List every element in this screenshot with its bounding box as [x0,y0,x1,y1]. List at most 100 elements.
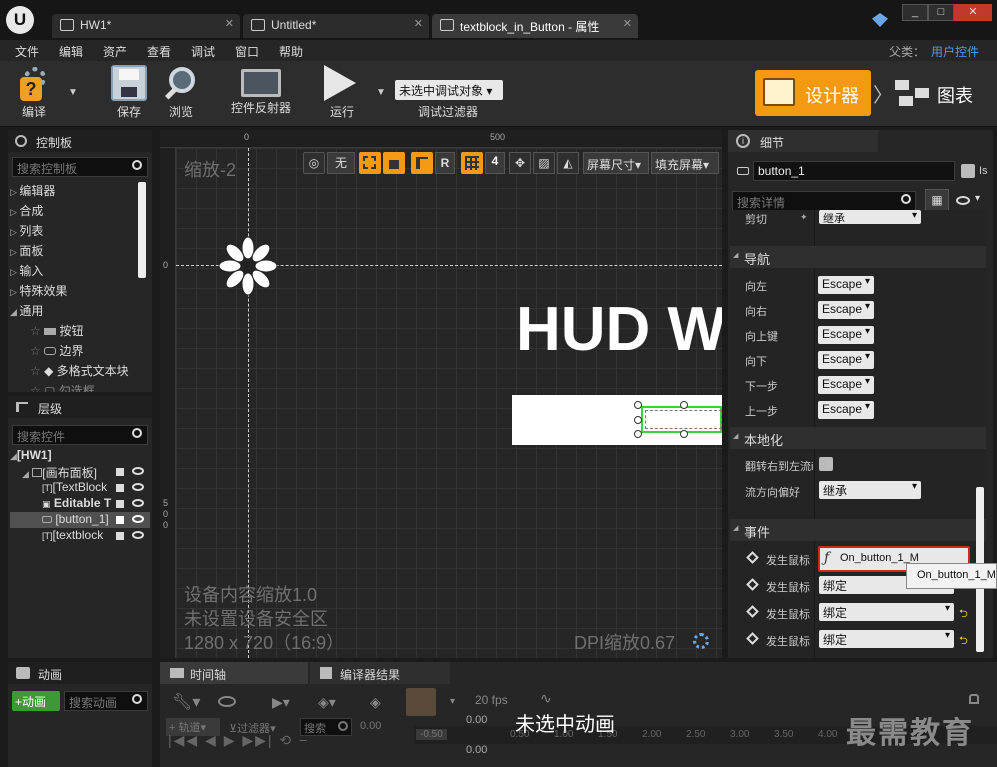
fill-screen-dropdown[interactable]: 填充屏幕▾ [651,152,719,174]
close-button[interactable]: ✕ [954,4,992,21]
hierarchy-search-input[interactable]: 搜索控件 [12,425,148,445]
lock-icon[interactable] [116,468,124,476]
play-button[interactable]: 运行 [316,65,368,120]
clip-dropdown[interactable]: 继承 [819,210,921,225]
nav-left-dropdown[interactable]: Escape [818,276,874,294]
nav-down-dropdown[interactable]: Escape [818,351,874,369]
nav-up-dropdown[interactable]: Escape [818,326,874,344]
grid-size-dropdown[interactable]: 4 [485,152,505,174]
palette-item-button[interactable]: ☆ 按钮 [30,322,83,342]
resize-handle[interactable] [680,401,688,409]
menu-edit[interactable]: 编辑 [59,40,83,60]
eye-icon[interactable] [132,499,144,507]
palette-category-list[interactable]: ▷ 列表 [10,222,43,242]
palette-item-rich-text[interactable]: ☆ ◆ 多格式文本块 [30,362,129,382]
selected-button-widget[interactable] [641,406,722,433]
palette-item-border[interactable]: ☆ 边界 [30,342,83,362]
palette-category-panel[interactable]: ▷ 面板 [10,242,43,262]
widget-reflector-button[interactable]: 控件反射器 [226,65,296,116]
keyframe-icon[interactable]: ◈▾ [318,694,336,711]
eye-icon[interactable] [132,467,144,475]
eye-icon[interactable] [132,531,144,539]
none-toggle-button[interactable]: 无 [327,152,355,174]
tab-textblock-properties[interactable]: textblock_in_Button - 属性 ✕ [432,14,638,38]
event-4-create-icon[interactable]: ⮌ [959,605,968,624]
close-icon[interactable]: ✕ [623,17,632,30]
event-3-bind-dropdown[interactable]: 绑定 [819,603,954,621]
play-options-icon[interactable]: ▼ [376,87,386,98]
lock-icon[interactable] [116,500,124,508]
menu-file[interactable]: 文件 [15,40,39,60]
save-button[interactable]: 保存 [104,65,154,120]
playback-controls[interactable]: |◀◀ ◀ ▶ ▶▶| ⟲ − [168,732,309,749]
menu-help[interactable]: 帮助 [279,40,303,60]
palette-category-composite[interactable]: ▷ 合成 [10,202,43,222]
menu-assets[interactable]: 资产 [103,40,127,60]
snap-icon[interactable]: ◈ [370,694,381,711]
maximize-button[interactable]: □ [928,4,954,21]
fps-dropdown-icon[interactable]: ▾ [450,696,455,707]
compile-options-icon[interactable]: ▼ [68,87,78,98]
nav-next-dropdown[interactable]: Escape [818,376,874,394]
event-4-bind-dropdown[interactable]: 绑定 [819,630,954,648]
screen-size-dropdown[interactable]: 屏幕尺寸▾ [583,152,649,174]
lock-icon[interactable] [116,532,124,540]
resize-handle[interactable] [634,430,642,438]
feedback-icon[interactable] [872,13,888,27]
wrench-icon[interactable]: 🔧︎▾ [172,692,200,712]
gear-icon[interactable] [693,633,709,649]
palette-item-checkbox[interactable]: ☆ ▢ 勾选框 [30,382,95,392]
tab-compiler-results[interactable]: 编译器结果 [310,662,450,684]
tab-timeline[interactable]: 时间轴 [160,662,308,684]
designer-mode-button[interactable]: 设计器 [755,70,871,116]
move-icon[interactable]: ✥ [509,152,531,174]
lock-icon[interactable] [116,516,124,524]
menu-window[interactable]: 窗口 [235,40,259,60]
lock-icon[interactable] [969,694,979,704]
resize-handle[interactable] [634,416,642,424]
eye-icon[interactable] [132,483,144,491]
menu-debug[interactable]: 调试 [191,40,215,60]
time-range-end[interactable]: 0.00 [466,744,487,756]
events-section-header[interactable]: 事件 [730,519,986,541]
eye-icon[interactable] [956,196,970,205]
grid-snap-icon[interactable] [461,152,483,174]
graph-mode-button[interactable]: 图表 [893,70,983,116]
nav-previous-dropdown[interactable]: Escape [818,401,874,419]
designer-canvas[interactable]: 0 500 0 5 0 0 缩放-2 ◎ 无 R 4 ✥ ▨ ◭ 屏幕尺寸▾ 填… [160,130,722,658]
respect-locks-button[interactable]: R [435,152,455,174]
magnet-icon[interactable] [406,688,436,716]
debug-target-dropdown[interactable]: 未选中调试对象 ▾ [395,80,503,100]
palette-category-input[interactable]: ▷ 输入 [10,262,43,282]
event-4-create-icon[interactable]: ⮌ [959,632,968,651]
marquee-icon[interactable] [359,152,381,174]
eye-icon[interactable] [132,515,144,523]
details-search-input[interactable]: 搜索详情 [732,191,916,211]
palette-category-editor[interactable]: ▷ 编辑器 [10,182,55,202]
curve-icon[interactable]: ∿ [540,690,552,707]
lock-icon[interactable] [383,152,405,174]
localization-section-header[interactable]: 本地化 [730,427,986,449]
palette-scrollbar[interactable] [138,182,146,278]
flow-direction-dropdown[interactable]: 继承 [819,481,921,499]
property-matrix-icon[interactable]: ▦ [925,189,949,211]
add-animation-button[interactable]: +动画 [12,691,60,711]
tab-hw1[interactable]: HW1* ✕ [52,14,240,38]
eye-icon[interactable] [218,696,236,707]
is-variable-checkbox[interactable] [961,164,975,178]
parent-class-link[interactable]: 用户控件 [931,40,979,60]
fps-dropdown[interactable]: 20 fps [475,693,508,707]
play-icon[interactable]: ▶▾ [272,694,290,711]
chevron-down-icon[interactable]: ▾ [975,193,980,204]
anchor-icon[interactable] [218,236,278,296]
nav-right-dropdown[interactable]: Escape [818,301,874,319]
flip-rtl-checkbox[interactable] [819,457,833,471]
tab-untitled[interactable]: Untitled* ✕ [243,14,429,38]
browse-button[interactable]: 浏览 [156,65,206,120]
palette-category-common[interactable]: ◢ 通用 [10,302,43,322]
resize-handle[interactable] [634,401,642,409]
resize-handle[interactable] [680,430,688,438]
minimize-button[interactable]: _ [902,4,928,21]
image-icon[interactable]: ▨ [533,152,555,174]
hud-title-text[interactable]: HUD W [516,294,722,365]
